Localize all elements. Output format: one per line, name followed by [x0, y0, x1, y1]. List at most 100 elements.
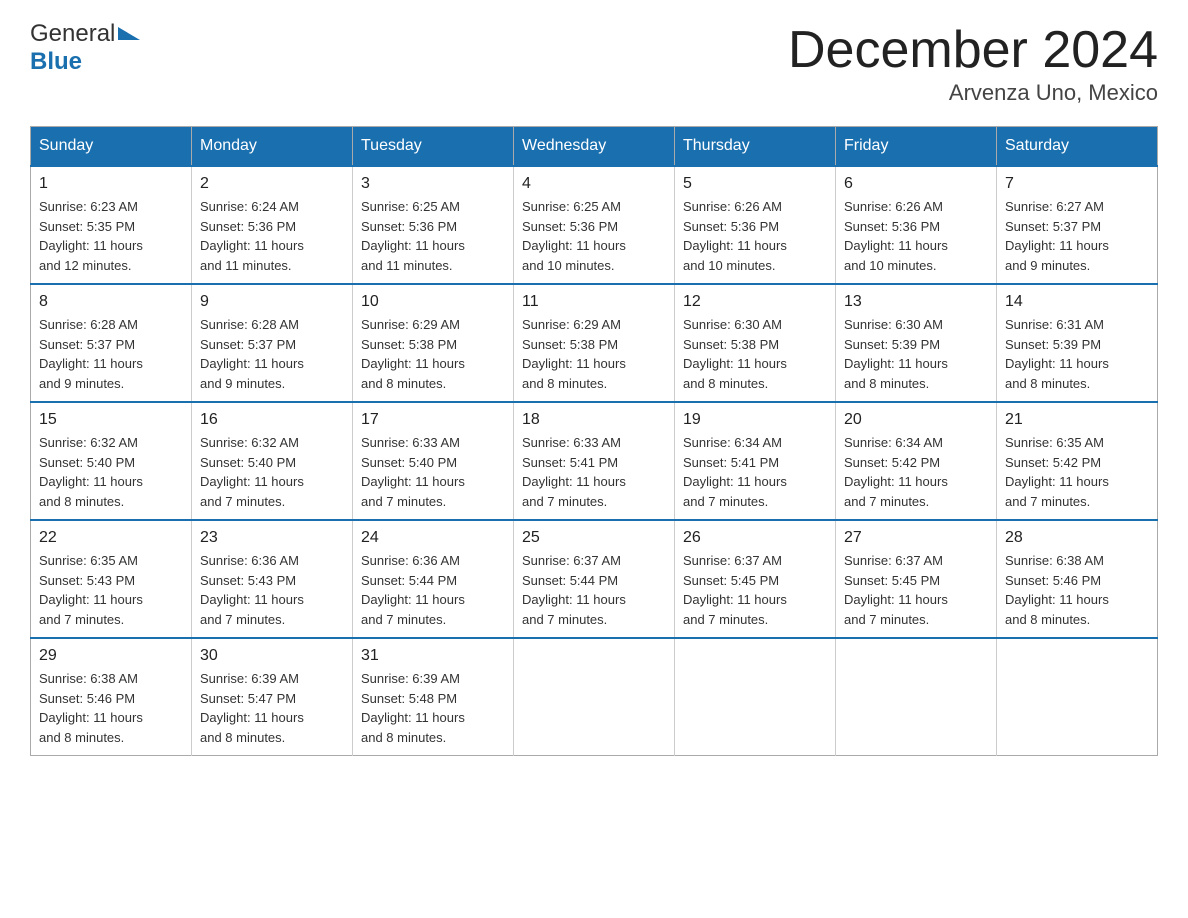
day-number: 27 [844, 529, 988, 547]
calendar-cell: 5 Sunrise: 6:26 AMSunset: 5:36 PMDayligh… [675, 166, 836, 284]
day-number: 15 [39, 411, 183, 429]
weekday-header: Thursday [675, 127, 836, 167]
calendar-week-row: 1 Sunrise: 6:23 AMSunset: 5:35 PMDayligh… [31, 166, 1158, 284]
logo-blue-text: Blue [30, 48, 82, 75]
weekday-header: Saturday [997, 127, 1158, 167]
day-info: Sunrise: 6:38 AMSunset: 5:46 PMDaylight:… [1005, 553, 1109, 627]
day-info: Sunrise: 6:28 AMSunset: 5:37 PMDaylight:… [39, 317, 143, 391]
page-title: December 2024 [788, 20, 1158, 80]
day-info: Sunrise: 6:31 AMSunset: 5:39 PMDaylight:… [1005, 317, 1109, 391]
calendar-cell: 12 Sunrise: 6:30 AMSunset: 5:38 PMDaylig… [675, 284, 836, 402]
calendar-cell: 19 Sunrise: 6:34 AMSunset: 5:41 PMDaylig… [675, 402, 836, 520]
calendar-cell: 11 Sunrise: 6:29 AMSunset: 5:38 PMDaylig… [514, 284, 675, 402]
calendar-cell: 17 Sunrise: 6:33 AMSunset: 5:40 PMDaylig… [353, 402, 514, 520]
day-number: 14 [1005, 293, 1149, 311]
day-number: 6 [844, 175, 988, 193]
day-number: 21 [1005, 411, 1149, 429]
day-number: 20 [844, 411, 988, 429]
calendar-cell: 3 Sunrise: 6:25 AMSunset: 5:36 PMDayligh… [353, 166, 514, 284]
calendar-cell: 25 Sunrise: 6:37 AMSunset: 5:44 PMDaylig… [514, 520, 675, 638]
weekday-header: Wednesday [514, 127, 675, 167]
calendar-cell: 16 Sunrise: 6:32 AMSunset: 5:40 PMDaylig… [192, 402, 353, 520]
calendar-cell: 15 Sunrise: 6:32 AMSunset: 5:40 PMDaylig… [31, 402, 192, 520]
day-number: 8 [39, 293, 183, 311]
day-number: 18 [522, 411, 666, 429]
weekday-header: Friday [836, 127, 997, 167]
calendar-table: SundayMondayTuesdayWednesdayThursdayFrid… [30, 126, 1158, 756]
calendar-cell [675, 638, 836, 756]
day-info: Sunrise: 6:23 AMSunset: 5:35 PMDaylight:… [39, 199, 143, 273]
day-info: Sunrise: 6:25 AMSunset: 5:36 PMDaylight:… [361, 199, 465, 273]
day-number: 4 [522, 175, 666, 193]
day-info: Sunrise: 6:25 AMSunset: 5:36 PMDaylight:… [522, 199, 626, 273]
calendar-cell: 28 Sunrise: 6:38 AMSunset: 5:46 PMDaylig… [997, 520, 1158, 638]
calendar-cell: 10 Sunrise: 6:29 AMSunset: 5:38 PMDaylig… [353, 284, 514, 402]
page-subtitle: Arvenza Uno, Mexico [788, 80, 1158, 106]
day-info: Sunrise: 6:26 AMSunset: 5:36 PMDaylight:… [683, 199, 787, 273]
day-info: Sunrise: 6:34 AMSunset: 5:42 PMDaylight:… [844, 435, 948, 509]
calendar-cell: 6 Sunrise: 6:26 AMSunset: 5:36 PMDayligh… [836, 166, 997, 284]
day-info: Sunrise: 6:39 AMSunset: 5:47 PMDaylight:… [200, 671, 304, 745]
day-info: Sunrise: 6:28 AMSunset: 5:37 PMDaylight:… [200, 317, 304, 391]
day-info: Sunrise: 6:30 AMSunset: 5:38 PMDaylight:… [683, 317, 787, 391]
day-number: 7 [1005, 175, 1149, 193]
weekday-row: SundayMondayTuesdayWednesdayThursdayFrid… [31, 127, 1158, 167]
weekday-header: Tuesday [353, 127, 514, 167]
day-info: Sunrise: 6:26 AMSunset: 5:36 PMDaylight:… [844, 199, 948, 273]
calendar-cell [514, 638, 675, 756]
day-info: Sunrise: 6:32 AMSunset: 5:40 PMDaylight:… [39, 435, 143, 509]
calendar-cell: 18 Sunrise: 6:33 AMSunset: 5:41 PMDaylig… [514, 402, 675, 520]
day-info: Sunrise: 6:27 AMSunset: 5:37 PMDaylight:… [1005, 199, 1109, 273]
day-number: 13 [844, 293, 988, 311]
calendar-cell: 26 Sunrise: 6:37 AMSunset: 5:45 PMDaylig… [675, 520, 836, 638]
day-info: Sunrise: 6:33 AMSunset: 5:41 PMDaylight:… [522, 435, 626, 509]
calendar-cell: 22 Sunrise: 6:35 AMSunset: 5:43 PMDaylig… [31, 520, 192, 638]
day-info: Sunrise: 6:36 AMSunset: 5:43 PMDaylight:… [200, 553, 304, 627]
calendar-cell: 23 Sunrise: 6:36 AMSunset: 5:43 PMDaylig… [192, 520, 353, 638]
calendar-cell: 31 Sunrise: 6:39 AMSunset: 5:48 PMDaylig… [353, 638, 514, 756]
day-number: 30 [200, 647, 344, 665]
calendar-week-row: 29 Sunrise: 6:38 AMSunset: 5:46 PMDaylig… [31, 638, 1158, 756]
day-number: 26 [683, 529, 827, 547]
day-number: 10 [361, 293, 505, 311]
day-number: 19 [683, 411, 827, 429]
page-header: General Blue December 2024 Arvenza Uno, … [30, 20, 1158, 106]
calendar-cell: 4 Sunrise: 6:25 AMSunset: 5:36 PMDayligh… [514, 166, 675, 284]
day-number: 5 [683, 175, 827, 193]
day-info: Sunrise: 6:37 AMSunset: 5:45 PMDaylight:… [683, 553, 787, 627]
day-info: Sunrise: 6:34 AMSunset: 5:41 PMDaylight:… [683, 435, 787, 509]
day-number: 23 [200, 529, 344, 547]
day-info: Sunrise: 6:24 AMSunset: 5:36 PMDaylight:… [200, 199, 304, 273]
calendar-cell: 21 Sunrise: 6:35 AMSunset: 5:42 PMDaylig… [997, 402, 1158, 520]
weekday-header: Monday [192, 127, 353, 167]
day-number: 22 [39, 529, 183, 547]
logo-triangle-icon [118, 27, 140, 40]
calendar-cell: 29 Sunrise: 6:38 AMSunset: 5:46 PMDaylig… [31, 638, 192, 756]
day-number: 3 [361, 175, 505, 193]
calendar-week-row: 15 Sunrise: 6:32 AMSunset: 5:40 PMDaylig… [31, 402, 1158, 520]
calendar-cell: 2 Sunrise: 6:24 AMSunset: 5:36 PMDayligh… [192, 166, 353, 284]
title-block: December 2024 Arvenza Uno, Mexico [788, 20, 1158, 106]
calendar-cell [836, 638, 997, 756]
calendar-week-row: 22 Sunrise: 6:35 AMSunset: 5:43 PMDaylig… [31, 520, 1158, 638]
day-number: 11 [522, 293, 666, 311]
calendar-cell: 9 Sunrise: 6:28 AMSunset: 5:37 PMDayligh… [192, 284, 353, 402]
day-info: Sunrise: 6:39 AMSunset: 5:48 PMDaylight:… [361, 671, 465, 745]
day-info: Sunrise: 6:35 AMSunset: 5:42 PMDaylight:… [1005, 435, 1109, 509]
logo: General Blue [30, 20, 140, 76]
logo-general-text: General [30, 20, 115, 48]
day-info: Sunrise: 6:38 AMSunset: 5:46 PMDaylight:… [39, 671, 143, 745]
day-number: 9 [200, 293, 344, 311]
day-info: Sunrise: 6:30 AMSunset: 5:39 PMDaylight:… [844, 317, 948, 391]
day-info: Sunrise: 6:29 AMSunset: 5:38 PMDaylight:… [361, 317, 465, 391]
calendar-cell: 30 Sunrise: 6:39 AMSunset: 5:47 PMDaylig… [192, 638, 353, 756]
calendar-cell: 14 Sunrise: 6:31 AMSunset: 5:39 PMDaylig… [997, 284, 1158, 402]
day-number: 12 [683, 293, 827, 311]
day-info: Sunrise: 6:35 AMSunset: 5:43 PMDaylight:… [39, 553, 143, 627]
day-info: Sunrise: 6:29 AMSunset: 5:38 PMDaylight:… [522, 317, 626, 391]
calendar-cell: 8 Sunrise: 6:28 AMSunset: 5:37 PMDayligh… [31, 284, 192, 402]
day-number: 28 [1005, 529, 1149, 547]
day-info: Sunrise: 6:37 AMSunset: 5:45 PMDaylight:… [844, 553, 948, 627]
day-number: 29 [39, 647, 183, 665]
day-number: 25 [522, 529, 666, 547]
